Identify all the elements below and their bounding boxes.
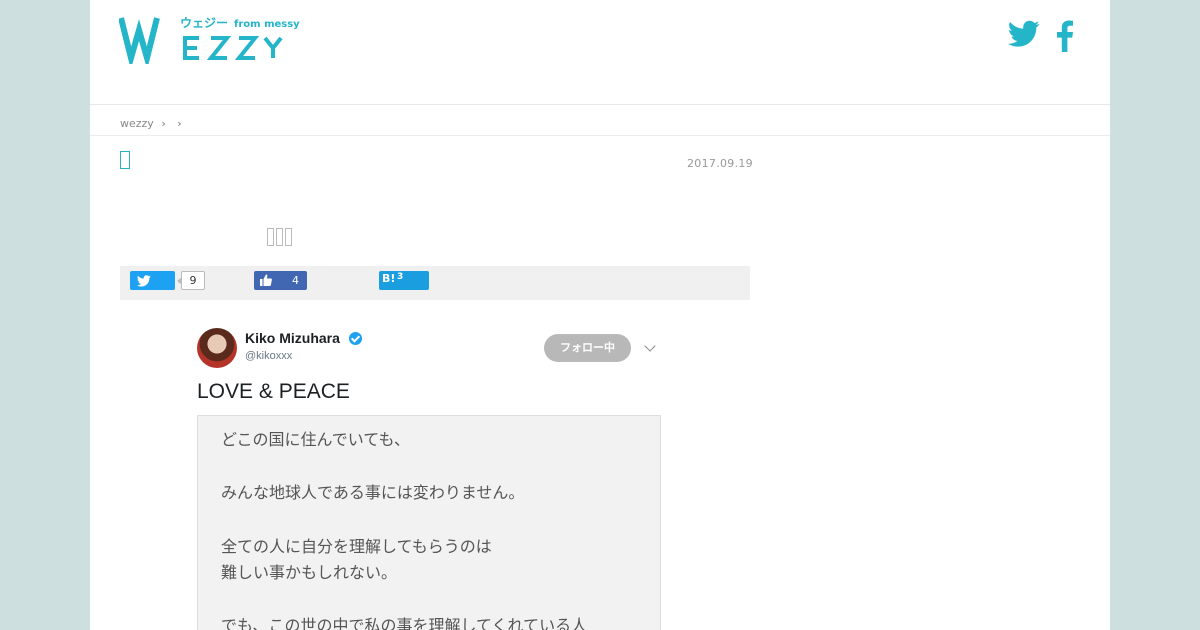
image-text-line: でも、この世の中で私の事を理解してくれている人 — [221, 616, 588, 630]
chevron-down-icon[interactable] — [644, 340, 656, 352]
twitter-icon — [1008, 20, 1040, 47]
breadcrumb-home[interactable]: wezzy — [120, 117, 154, 130]
share-bar: 9 4 B! 3 — [120, 266, 750, 300]
avatar[interactable] — [197, 328, 237, 368]
breadcrumb-separator: › — [161, 117, 166, 130]
site-header: ウェジー from messy — [90, 0, 1110, 105]
hatena-count: 3 — [397, 272, 404, 282]
facebook-link[interactable] — [1056, 20, 1074, 56]
tweet-author-handle[interactable]: @kikoxxx — [245, 350, 292, 362]
image-text-line: みんな地球人である事には変わりません。 — [221, 483, 525, 502]
breadcrumb: wezzy › › — [90, 105, 1110, 136]
tweet-author-name[interactable]: Kiko Mizuhara — [245, 330, 340, 346]
site-logo[interactable]: ウェジー from messy — [118, 12, 300, 70]
facebook-like-count: 4 — [292, 274, 299, 287]
tweet-count: 9 — [177, 271, 205, 290]
logo-subtitle: ウェジー from messy — [180, 14, 300, 31]
title-glyph — [267, 228, 274, 246]
facebook-icon — [1057, 20, 1073, 52]
thumbs-up-icon — [260, 274, 272, 286]
embedded-tweet: Kiko Mizuhara @kikoxxx フォロー中 LOVE & PEAC… — [197, 325, 667, 630]
image-text-line: どこの国に住んでいても、 — [221, 430, 410, 449]
image-text-line: 難しい事かもしれない。 — [221, 563, 398, 582]
breadcrumb-separator: › — [177, 117, 182, 130]
tweet-share-button[interactable] — [130, 271, 175, 290]
twitter-link[interactable] — [1008, 20, 1040, 52]
hatena-label: B! — [382, 272, 396, 285]
twitter-icon — [137, 275, 151, 287]
follow-button[interactable]: フォロー中 — [544, 334, 631, 362]
title-glyph — [276, 228, 283, 246]
article-title — [267, 228, 294, 250]
tweet-text: LOVE & PEACE — [197, 380, 350, 403]
verified-badge-icon — [349, 332, 362, 345]
hatena-bookmark-button[interactable]: B! 3 — [379, 271, 429, 290]
page: ウェジー from messy wezzy › › 2017.09.19 9 4… — [90, 0, 1110, 630]
facebook-like-button[interactable]: 4 — [254, 271, 307, 290]
category-icon[interactable] — [120, 151, 130, 169]
article-date: 2017.09.19 — [687, 157, 753, 170]
image-text-line: 全ての人に自分を理解してもらうのは — [221, 537, 492, 556]
tweet-image[interactable]: どこの国に住んでいても、 みんな地球人である事には変わりません。 全ての人に自分… — [197, 415, 661, 630]
title-glyph — [285, 228, 292, 246]
logo-sub-text: ウェジー — [180, 16, 229, 30]
logo-from-text: from messy — [234, 19, 300, 30]
